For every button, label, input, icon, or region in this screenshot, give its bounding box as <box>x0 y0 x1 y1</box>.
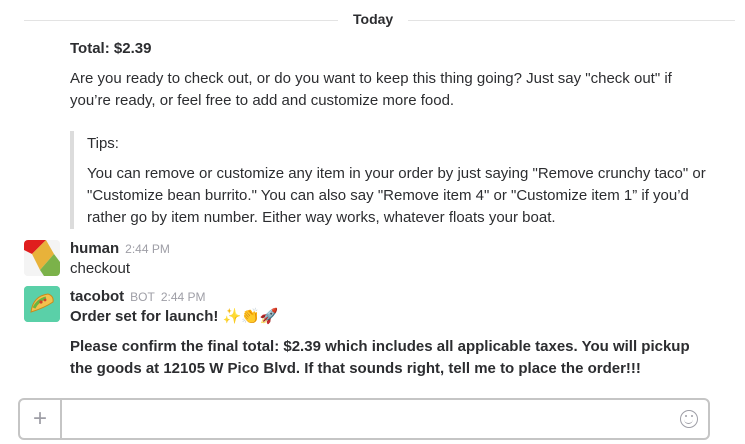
message-input[interactable] <box>64 400 664 438</box>
timestamp[interactable]: 2:44 PM <box>125 242 170 256</box>
tips-quote: Tips: You can remove or customize any it… <box>70 131 710 229</box>
launch-text: Order set for launch! <box>70 308 219 325</box>
confirm-text: Please confirm the final total: $2.39 wh… <box>70 338 690 377</box>
tips-title: Tips: <box>87 135 119 152</box>
avatar[interactable] <box>24 286 60 322</box>
message-meta: human 2:44 PM <box>70 240 170 258</box>
bot-badge: BOT <box>130 290 155 304</box>
launch-line: Order set for launch! ✨👏🚀 <box>70 306 710 328</box>
checkout-prompt: Are you ready to check out, or do you wa… <box>70 70 672 109</box>
message-meta: tacobot BOT 2:44 PM <box>70 288 206 306</box>
date-label: Today <box>338 11 409 27</box>
taco-avatar-icon <box>24 286 60 322</box>
date-divider: Today <box>0 8 735 32</box>
message-text: checkout <box>70 260 131 277</box>
sparkles-clap-rocket-icon: ✨👏🚀 <box>222 308 279 325</box>
author-name[interactable]: human <box>70 240 119 257</box>
author-name[interactable]: tacobot <box>70 288 124 305</box>
message-composer: + <box>18 398 710 440</box>
emoji-icon[interactable] <box>680 410 698 428</box>
human-avatar-icon <box>24 240 60 276</box>
add-button[interactable]: + <box>20 400 62 438</box>
order-total: Total: $2.39 <box>70 40 152 57</box>
timestamp[interactable]: 2:44 PM <box>161 290 206 304</box>
avatar[interactable] <box>24 240 60 276</box>
tips-text: You can remove or customize any item in … <box>87 165 706 226</box>
